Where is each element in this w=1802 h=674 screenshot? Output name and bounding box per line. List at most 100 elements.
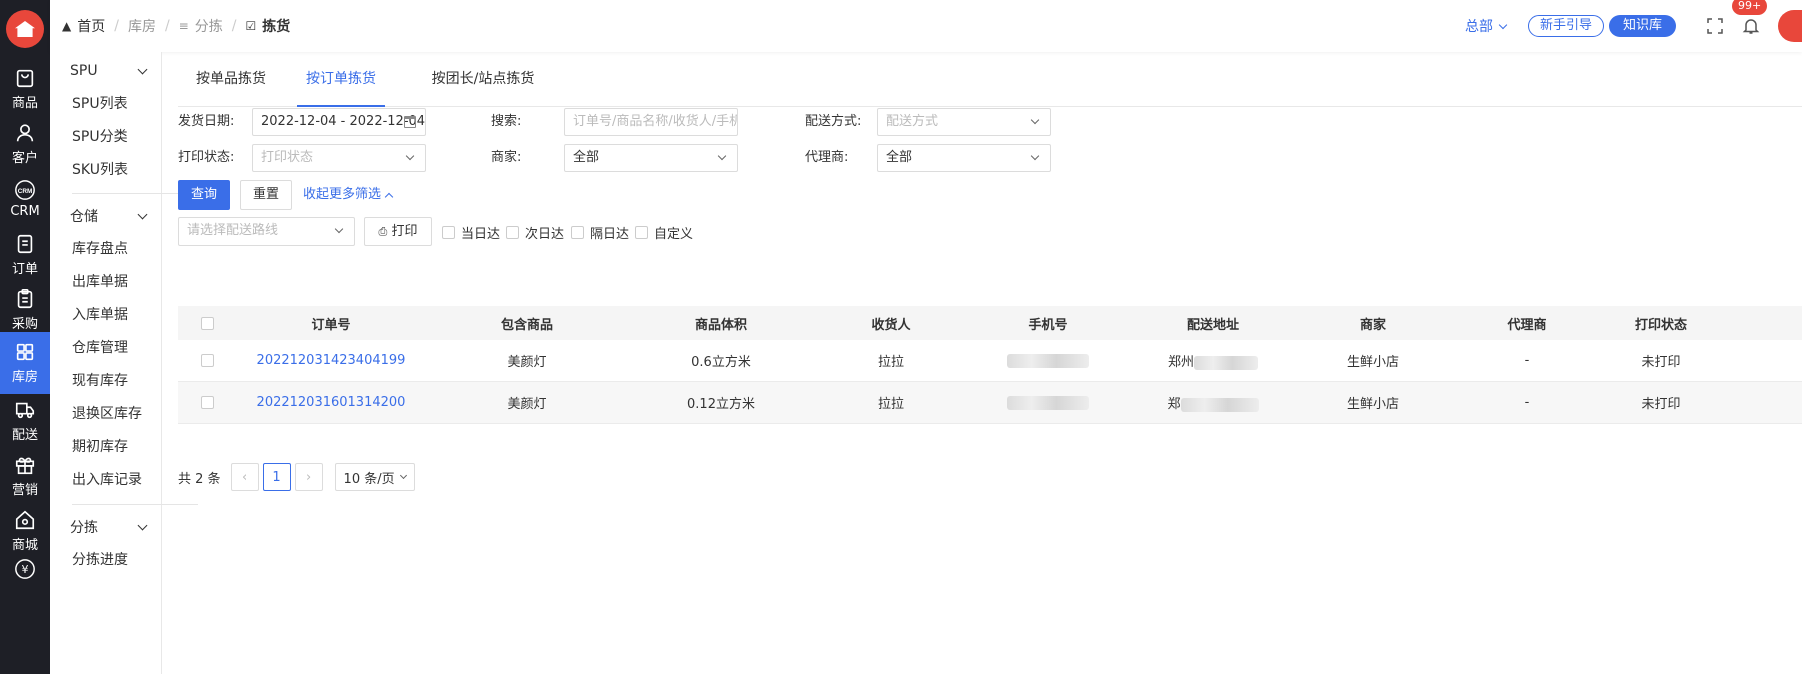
user-icon <box>14 122 36 144</box>
menu-item-current-stock[interactable]: 现有库存 <box>72 369 128 393</box>
order-link[interactable]: 202212031601314200 <box>257 395 406 410</box>
menu-item-return-stock[interactable]: 退换区库存 <box>72 402 142 426</box>
merchant-value: 全部 <box>573 150 600 165</box>
home-small-icon: ▲ <box>62 19 72 33</box>
order-link[interactable]: 202212031423404199 <box>257 353 406 368</box>
chevron-up-icon <box>384 192 394 201</box>
col-volume: 商品体积 <box>694 317 747 333</box>
chevron-right-icon: › <box>305 469 312 485</box>
query-button[interactable]: 查询 <box>178 180 230 210</box>
check-day-after[interactable]: 隔日达 <box>571 218 629 246</box>
rail-label: CRM <box>10 204 40 219</box>
menu-group-label: 分拣 <box>70 520 98 536</box>
checkbox[interactable] <box>571 225 584 239</box>
address-text: 郑州 <box>1167 355 1194 370</box>
menu-group-spu[interactable]: SPU <box>50 56 162 86</box>
merchant-select[interactable]: 全部 <box>564 144 738 172</box>
main-content: 按单品拣货 按订单拣货 按团长/站点拣货 发货日期: 2022-12-04 - … <box>178 52 1802 674</box>
print-status-cell: 未打印 <box>1641 397 1681 412</box>
logo-house-icon <box>15 21 35 37</box>
order-no-cell: 202212031601314200 <box>236 395 426 410</box>
collapse-filters-link[interactable]: 收起更多筛选 <box>303 180 394 210</box>
menu-item-spu-list[interactable]: SPU列表 <box>72 92 128 116</box>
table-row: 202212031601314200 美颜灯 0.12立方米 拉拉 郑 生鲜小店… <box>178 382 1802 424</box>
rail-item-order[interactable]: 订单 <box>0 224 50 286</box>
row-checkbox[interactable] <box>200 354 214 367</box>
rail-item-warehouse[interactable]: 库房 <box>0 332 50 394</box>
rail-item-marketing[interactable]: 营销 <box>0 445 50 507</box>
print-button[interactable]: ⎙ 打印 <box>364 217 432 246</box>
checkbox[interactable] <box>506 225 519 239</box>
receiver-cell: 拉拉 <box>877 397 904 412</box>
check-same-day[interactable]: 当日达 <box>442 218 500 246</box>
avatar[interactable] <box>1778 10 1802 42</box>
rail-item-delivery[interactable]: 配送 <box>0 390 50 452</box>
check-custom[interactable]: 自定义 <box>635 218 693 246</box>
tab-by-station[interactable]: 按团长/站点拣货 <box>430 66 536 107</box>
checkbox[interactable] <box>442 225 455 239</box>
tab-by-order[interactable]: 按订单拣货 <box>297 66 385 107</box>
delivery-method-select[interactable]: 配送方式 <box>877 108 1051 136</box>
print-status-placeholder: 打印状态 <box>261 150 314 165</box>
rail-item-customer[interactable]: 客户 <box>0 113 50 175</box>
rail-item-crm[interactable]: CRM CRM <box>0 168 50 230</box>
reset-button[interactable]: 重置 <box>240 180 292 210</box>
topbar-right: 总部 新手引导 知识库 99+ <box>1465 0 1802 52</box>
tab-by-item[interactable]: 按单品拣货 <box>194 66 268 107</box>
menu-group-sorting[interactable]: 分拣 <box>50 512 162 542</box>
page-size-label: 10 条/页 <box>343 471 395 487</box>
menu-item-inbound-docs[interactable]: 入库单据 <box>72 303 128 327</box>
notification-bell-icon[interactable]: 99+ <box>1732 0 1768 35</box>
redacted-phone <box>1007 353 1089 368</box>
hq-selector[interactable]: 总部 <box>1464 16 1508 36</box>
col-order-no: 订单号 <box>311 317 351 333</box>
rail-item-goods[interactable]: 商品 <box>0 58 50 120</box>
menu-item-warehouse-mgmt[interactable]: 仓库管理 <box>72 336 128 360</box>
checkbox[interactable] <box>635 225 648 239</box>
menu-item-spu-category[interactable]: SPU分类 <box>72 125 128 149</box>
checkbox-small-icon: ☑ <box>245 19 257 33</box>
tab-bar: 按单品拣货 按订单拣货 按团长/站点拣货 <box>178 66 1802 107</box>
rail-label: 订单 <box>11 262 38 277</box>
breadcrumb-warehouse[interactable]: 库房 <box>128 16 156 36</box>
col-phone: 手机号 <box>1028 317 1068 333</box>
menu-item-sku-list[interactable]: SKU列表 <box>72 158 128 182</box>
redacted-phone <box>1007 395 1089 410</box>
page-number[interactable]: 1 <box>262 463 291 491</box>
select-all-checkbox[interactable] <box>200 316 214 330</box>
check-label: 隔日达 <box>590 226 630 242</box>
app: 商品 客户 CRM CRM 订单 采购 库房 配送 营销 商城 ¥ ▲ 首页 /… <box>0 0 1802 674</box>
menu-item-stocktake[interactable]: 库存盘点 <box>72 237 128 261</box>
yen-icon-text: ¥ <box>22 563 29 576</box>
menu-group-storage[interactable]: 仓储 <box>50 201 162 231</box>
chevron-down-icon <box>137 520 148 530</box>
guide-button[interactable]: 新手引导 <box>1527 15 1604 37</box>
menu-item-sort-progress[interactable]: 分拣进度 <box>72 548 128 572</box>
next-page-button[interactable]: › <box>294 463 323 491</box>
breadcrumb-sort[interactable]: ≡ 分拣 <box>179 16 223 36</box>
knowledge-base-button[interactable]: 知识库 <box>1608 15 1676 37</box>
menu-item-outbound-docs[interactable]: 出库单据 <box>72 270 128 294</box>
check-next-day[interactable]: 次日达 <box>506 218 564 246</box>
agent-select[interactable]: 全部 <box>877 144 1051 172</box>
ship-date-picker[interactable]: 2022-12-04 - 2022-12-04 <box>252 108 426 136</box>
rail-label: 商品 <box>11 96 38 111</box>
print-status-select[interactable]: 打印状态 <box>252 144 426 172</box>
rail-label: 采购 <box>11 317 38 332</box>
row-checkbox[interactable] <box>200 396 214 409</box>
app-logo[interactable] <box>6 10 44 48</box>
chevron-down-icon <box>1030 115 1040 125</box>
rail-item-finance[interactable]: ¥ <box>0 545 50 595</box>
crm-icon-text: CRM <box>18 188 33 195</box>
route-select[interactable]: 请选择配送路线 <box>178 217 355 246</box>
menu-item-opening-stock[interactable]: 期初库存 <box>72 435 128 459</box>
breadcrumb-home[interactable]: ▲ 首页 <box>62 16 105 36</box>
fullscreen-icon[interactable] <box>1706 17 1724 35</box>
menu-item-io-records[interactable]: 出入库记录 <box>72 468 142 492</box>
hq-label: 总部 <box>1464 19 1493 35</box>
search-input[interactable]: 订单号/商品名称/收货人/手机号 <box>564 108 738 136</box>
menu-group-label: SPU <box>70 63 98 79</box>
rail-label: 库房 <box>11 370 38 385</box>
prev-page-button[interactable]: ‹ <box>230 463 259 491</box>
page-size-select[interactable]: 10 条/页 <box>334 463 415 491</box>
